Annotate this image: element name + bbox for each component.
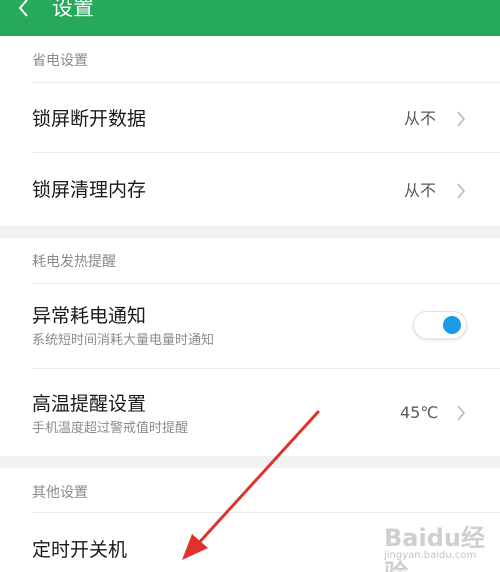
row-value: 从不 <box>404 109 437 128</box>
chevron-right-icon <box>457 111 465 127</box>
abnormal-power-toggle[interactable] <box>413 311 467 339</box>
baidu-watermark-url: jingyan.baidu.com <box>384 550 477 561</box>
section-header-other-settings: 其他设置 <box>32 485 88 501</box>
section-header-power-saving: 省电设置 <box>32 53 88 69</box>
row-subtitle: 系统短时间消耗大量电量时通知 <box>32 333 215 348</box>
divider <box>32 283 500 284</box>
row-title: 高温提醒设置 <box>32 393 147 415</box>
row-title: 异常耗电通知 <box>32 305 147 327</box>
top-app-bar: 设置 <box>0 0 500 36</box>
chevron-right-icon <box>457 183 465 199</box>
row-title: 锁屏清理内存 <box>32 179 147 201</box>
section-gap <box>0 226 500 238</box>
divider <box>32 368 500 369</box>
toggle-knob <box>443 316 461 334</box>
row-title: 定时开关机 <box>32 539 128 561</box>
divider <box>32 512 500 513</box>
chevron-right-icon <box>457 405 465 421</box>
section-gap <box>0 456 500 468</box>
baidu-watermark-logo: Baidu经验 <box>384 524 485 572</box>
row-value: 45℃ <box>400 403 439 422</box>
divider <box>32 82 500 83</box>
row-title: 锁屏断开数据 <box>32 108 147 130</box>
back-arrow-icon[interactable] <box>14 0 34 22</box>
section-header-power-heat-alerts: 耗电发热提醒 <box>32 254 116 270</box>
divider <box>32 152 500 153</box>
row-value: 从不 <box>404 181 437 200</box>
row-subtitle: 手机温度超过警戒值时提醒 <box>32 421 189 436</box>
page-title: 设置 <box>52 0 94 20</box>
